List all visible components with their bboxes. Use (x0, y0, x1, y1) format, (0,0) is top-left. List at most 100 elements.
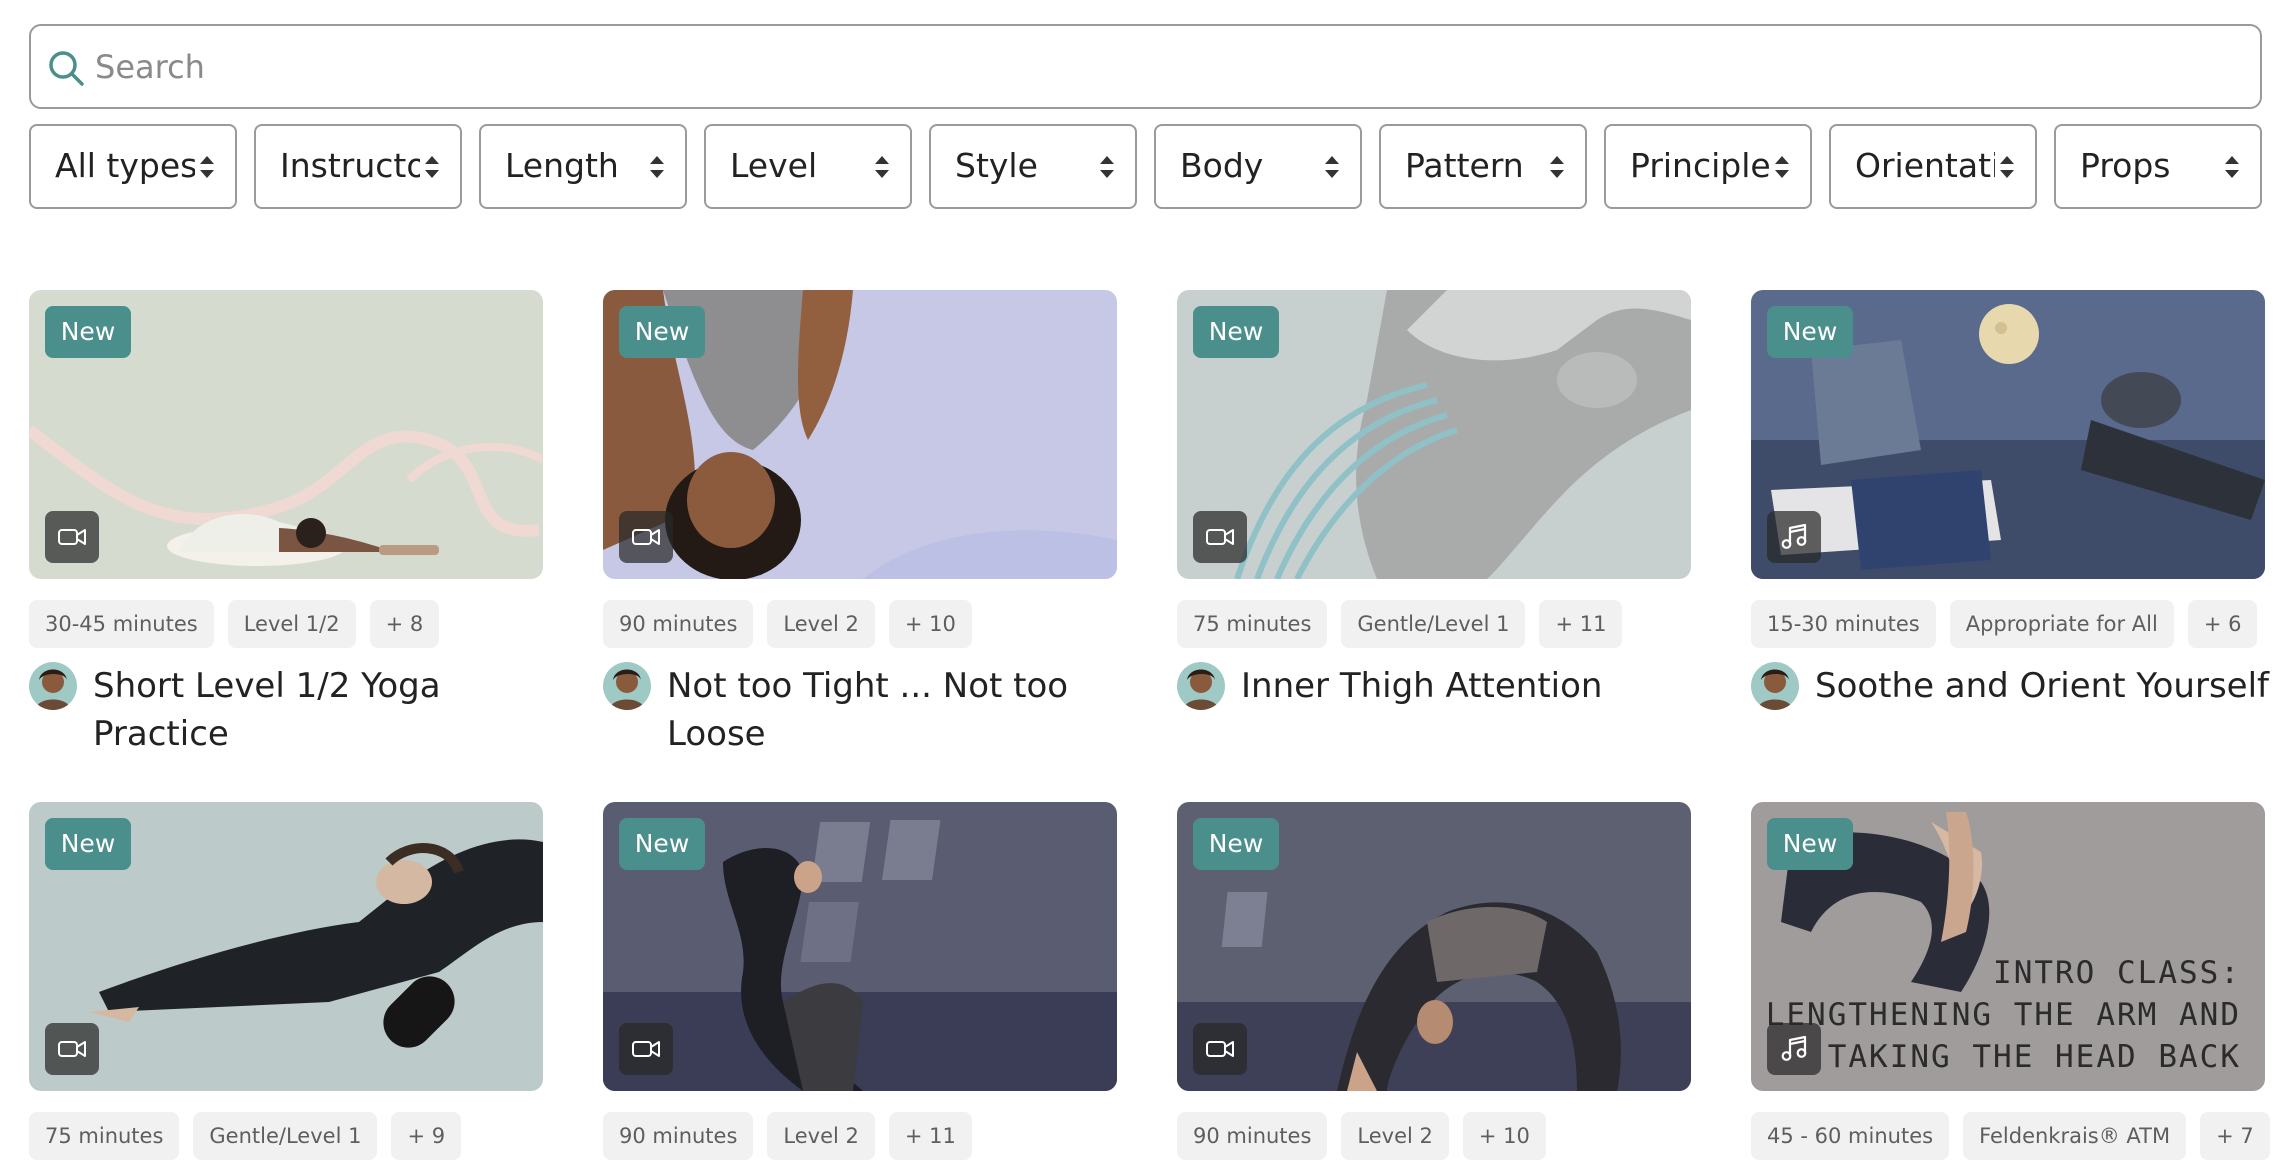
sort-chevron-icon (1325, 156, 1339, 178)
tag-more[interactable]: + 10 (888, 600, 972, 648)
tag-list: 30-45 minutes Level 1/2 + 8 (29, 600, 453, 648)
video-type-button[interactable] (1193, 511, 1247, 563)
filter-orientation-select[interactable]: Orientation (1829, 124, 2037, 209)
sort-chevron-icon (1775, 156, 1789, 178)
instructor-avatar (29, 662, 77, 710)
filter-style-select[interactable]: Style (929, 124, 1137, 209)
tag-level: Appropriate for All (1949, 600, 2174, 648)
tag-duration: 30-45 minutes (29, 600, 214, 648)
new-badge: New (619, 306, 705, 358)
sort-chevron-icon (875, 156, 889, 178)
class-title[interactable]: Soothe and Orient Yourself (1815, 662, 2271, 710)
sort-chevron-icon (425, 156, 439, 178)
tag-more[interactable]: + 11 (1539, 600, 1623, 648)
class-thumbnail[interactable]: New (603, 290, 1117, 579)
video-icon (58, 1041, 86, 1057)
class-thumbnail[interactable]: New (1751, 290, 2265, 579)
filter-principle-select[interactable]: Principle (1604, 124, 1812, 209)
video-type-button[interactable] (45, 511, 99, 563)
search-bar[interactable] (29, 24, 2262, 109)
filter-label: Style (955, 146, 1038, 185)
audio-type-button[interactable] (1767, 511, 1821, 563)
tag-duration: 90 minutes (603, 600, 754, 648)
tag-duration: 45 - 60 minutes (1751, 1112, 1950, 1160)
tag-more[interactable]: + 8 (369, 600, 440, 648)
video-icon (58, 529, 86, 545)
tag-level: Level 2 (767, 600, 875, 648)
sort-chevron-icon (200, 156, 214, 178)
video-icon (632, 1041, 660, 1057)
filter-label: Pattern (1405, 146, 1524, 185)
filter-label: Principle (1630, 146, 1770, 185)
instructor-avatar (603, 662, 651, 710)
filter-pattern-select[interactable]: Pattern (1379, 124, 1587, 209)
video-type-button[interactable] (619, 1023, 673, 1075)
tag-more[interactable]: + 9 (391, 1112, 462, 1160)
video-icon (632, 529, 660, 545)
filter-length-select[interactable]: Length (479, 124, 687, 209)
sort-chevron-icon (650, 156, 664, 178)
filter-instructor-select[interactable]: Instructor (254, 124, 462, 209)
filter-label: All types (55, 146, 195, 185)
tag-list: 45 - 60 minutes Feldenkrais® ATM + 7 (1751, 1112, 2284, 1160)
tag-duration: 75 minutes (1177, 600, 1328, 648)
tag-style: Feldenkrais® ATM (1963, 1112, 2187, 1160)
audio-icon (1781, 523, 1807, 549)
tag-list: 75 minutes Gentle/Level 1 + 11 (1177, 600, 1636, 648)
sort-chevron-icon (2000, 156, 2014, 178)
filter-label: Props (2080, 146, 2171, 185)
tag-more[interactable]: + 7 (2200, 1112, 2270, 1160)
tag-level: Level 2 (1341, 1112, 1449, 1160)
sort-chevron-icon (2225, 156, 2239, 178)
overlay-line: INTRO CLASS: (1993, 955, 2241, 991)
tag-level: Level 1/2 (227, 600, 356, 648)
filter-label: Orientation (1855, 146, 1995, 185)
tag-more[interactable]: + 10 (1462, 1112, 1546, 1160)
overlay-line: TAKING THE HEAD BACK (1828, 1039, 2241, 1075)
filter-label: Body (1180, 146, 1264, 185)
video-type-button[interactable] (1193, 1023, 1247, 1075)
tag-list: 15-30 minutes Appropriate for All + 6 (1751, 600, 2271, 648)
filter-props-select[interactable]: Props (2054, 124, 2262, 209)
tag-level: Gentle/Level 1 (193, 1112, 378, 1160)
class-title[interactable]: Inner Thigh Attention (1241, 662, 1697, 710)
audio-type-button[interactable] (1767, 1023, 1821, 1075)
class-thumbnail[interactable]: New (29, 290, 543, 579)
tag-list: 90 minutes Level 2 + 10 (603, 600, 986, 648)
class-thumbnail[interactable]: New (29, 802, 543, 1091)
tag-duration: 90 minutes (603, 1112, 754, 1160)
tag-level: Gentle/Level 1 (1341, 600, 1526, 648)
sort-chevron-icon (1550, 156, 1564, 178)
class-title[interactable]: Short Level 1/2 Yoga Practice (93, 662, 549, 758)
filter-level-select[interactable]: Level (704, 124, 912, 209)
sort-chevron-icon (1100, 156, 1114, 178)
class-thumbnail[interactable]: New (1177, 290, 1691, 579)
overlay-line: LENGTHENING THE ARM AND (1766, 997, 2241, 1033)
tag-more[interactable]: + 11 (888, 1112, 972, 1160)
filter-type-select[interactable]: All types (29, 124, 237, 209)
video-type-button[interactable] (619, 511, 673, 563)
class-thumbnail[interactable]: INTRO CLASS: LENGTHENING THE ARM AND TAK… (1751, 802, 2265, 1091)
filter-body-select[interactable]: Body (1154, 124, 1362, 209)
new-badge: New (619, 818, 705, 870)
tag-duration: 90 minutes (1177, 1112, 1328, 1160)
class-thumbnail[interactable]: New (603, 802, 1117, 1091)
tag-more[interactable]: + 6 (2187, 600, 2258, 648)
new-badge: New (1193, 306, 1279, 358)
filter-label: Length (505, 146, 619, 185)
filter-label: Instructor (280, 146, 420, 185)
tag-duration: 15-30 minutes (1751, 600, 1936, 648)
tag-list: 90 minutes Level 2 + 11 (603, 1112, 986, 1160)
new-badge: New (1767, 306, 1853, 358)
new-badge: New (1193, 818, 1279, 870)
tag-list: 75 minutes Gentle/Level 1 + 9 (29, 1112, 475, 1160)
class-thumbnail[interactable]: New (1177, 802, 1691, 1091)
instructor-avatar (1751, 662, 1799, 710)
class-title[interactable]: Not too Tight ... Not too Loose (667, 662, 1123, 758)
filter-label: Level (730, 146, 818, 185)
instructor-avatar (1177, 662, 1225, 710)
video-type-button[interactable] (45, 1023, 99, 1075)
video-icon (1206, 1041, 1234, 1057)
filter-bar: All types Instructor Length Level Style … (29, 124, 2265, 211)
search-input[interactable] (95, 42, 2235, 92)
